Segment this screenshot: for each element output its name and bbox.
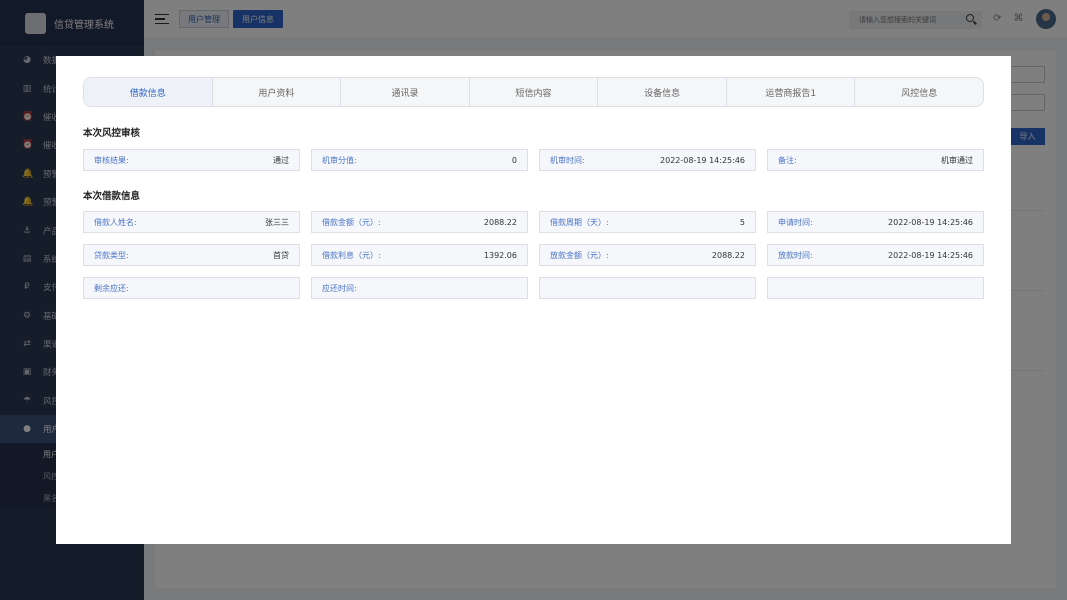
field-empty [539, 277, 756, 299]
field-label: 借款周期（天）: [550, 217, 609, 227]
field-remaining-due: 剩余应还: [83, 277, 300, 299]
field-value: 2022-08-19 14:25:46 [888, 217, 973, 227]
field-loan-amount: 借款金额（元）: 2088.22 [311, 211, 528, 233]
tab-contacts[interactable]: 通讯录 [341, 78, 470, 106]
field-value: 机审通过 [941, 155, 973, 165]
modal-tabs: 借款信息 用户资料 通讯录 短信内容 设备信息 运营商报告1 风控信息 [83, 77, 984, 107]
field-value: 1392.06 [483, 250, 517, 260]
field-machine-review-time: 机审时间: 2022-08-19 14:25:46 [539, 149, 756, 171]
field-value: 2022-08-19 14:25:46 [660, 155, 745, 165]
field-label: 放款时间: [778, 250, 813, 260]
field-label: 借款利息（元）: [322, 250, 381, 260]
tab-user-profile[interactable]: 用户资料 [213, 78, 342, 106]
field-machine-score: 机审分值: 0 [311, 149, 528, 171]
field-label: 剩余应还: [94, 283, 129, 293]
tab-risk-info[interactable]: 风控信息 [855, 78, 983, 106]
field-value: 通过 [273, 155, 289, 165]
field-label: 应还时间: [322, 283, 357, 293]
field-value: 2022-08-19 14:25:46 [888, 250, 973, 260]
field-value: 2088.22 [483, 217, 517, 227]
field-label: 申请时间: [778, 217, 813, 227]
field-disbursed-amount: 放款金额（元）: 2088.22 [539, 244, 756, 266]
field-borrower-name: 借款人姓名: 张三三 [83, 211, 300, 233]
tab-device-info[interactable]: 设备信息 [598, 78, 727, 106]
field-label: 机审时间: [550, 155, 585, 165]
field-value: 5 [739, 217, 745, 227]
tab-loan-info[interactable]: 借款信息 [84, 78, 213, 106]
field-label: 放款金额（元）: [550, 250, 609, 260]
field-value: 2088.22 [711, 250, 745, 260]
field-label: 借款人姓名: [94, 217, 137, 227]
field-value: 张三三 [265, 217, 289, 227]
section-title-loan-info: 本次借款信息 [83, 191, 141, 202]
field-label: 贷款类型: [94, 250, 129, 260]
field-value: 首贷 [273, 250, 289, 260]
field-label: 备注: [778, 155, 797, 165]
field-label: 借款金额（元）: [322, 217, 381, 227]
field-apply-time: 申请时间: 2022-08-19 14:25:46 [767, 211, 984, 233]
field-remark: 备注: 机审通过 [767, 149, 984, 171]
field-loan-type: 贷款类型: 首贷 [83, 244, 300, 266]
tab-carrier-report[interactable]: 运营商报告1 [727, 78, 856, 106]
field-due-time: 应还时间: [311, 277, 528, 299]
loan-detail-modal: 借款信息 用户资料 通讯录 短信内容 设备信息 运营商报告1 风控信息 本次风控… [56, 56, 1011, 544]
field-loan-period: 借款周期（天）: 5 [539, 211, 756, 233]
section-title-risk-review: 本次风控审核 [83, 128, 141, 139]
field-label: 机审分值: [322, 155, 357, 165]
field-value: 0 [511, 155, 517, 165]
field-label: 审核结果: [94, 155, 129, 165]
field-review-result: 审核结果: 通过 [83, 149, 300, 171]
field-disbursed-time: 放款时间: 2022-08-19 14:25:46 [767, 244, 984, 266]
field-empty [767, 277, 984, 299]
tab-sms[interactable]: 短信内容 [470, 78, 599, 106]
field-loan-interest: 借款利息（元）: 1392.06 [311, 244, 528, 266]
